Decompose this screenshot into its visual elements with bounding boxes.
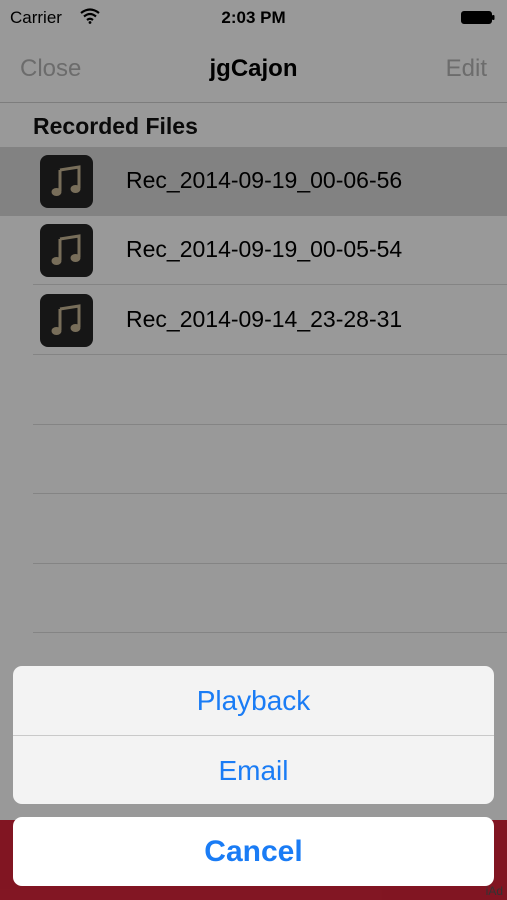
- action-sheet: Playback Email: [13, 666, 494, 804]
- cancel-button[interactable]: Cancel: [13, 817, 494, 886]
- playback-button[interactable]: Playback: [13, 666, 494, 735]
- email-button[interactable]: Email: [13, 736, 494, 804]
